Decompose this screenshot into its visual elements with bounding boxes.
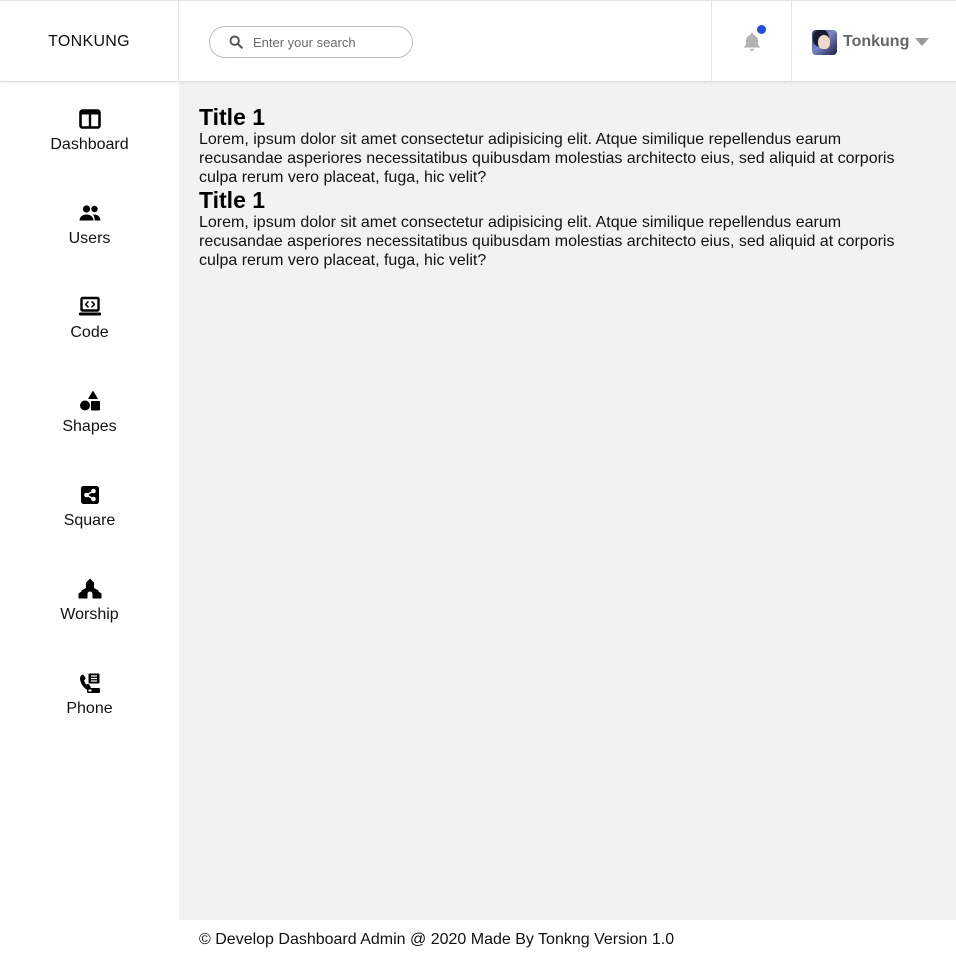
- share-square-icon: [80, 486, 99, 504]
- user-menu[interactable]: Tonkung: [812, 29, 930, 55]
- content-section: Title 1 Lorem, ipsum dolor sit amet cons…: [199, 104, 936, 187]
- laptop-code-icon: [78, 296, 101, 316]
- top-bar: TONKUNG Tonkung: [0, 0, 956, 82]
- avatar: [812, 29, 837, 55]
- footer: © Develop Dashboard Admin @ 2020 Made By…: [179, 920, 956, 959]
- sidebar: Dashboard Users Code Shapes Square Worsh…: [0, 82, 179, 959]
- sidebar-item-label: Dashboard: [50, 136, 129, 153]
- footer-text: © Develop Dashboard Admin @ 2020 Made By…: [199, 930, 675, 948]
- main-content: Title 1 Lorem, ipsum dolor sit amet cons…: [179, 82, 956, 920]
- content-section: Title 1 Lorem, ipsum dolor sit amet cons…: [199, 187, 936, 270]
- notification-dot: [756, 24, 766, 34]
- place-of-worship-icon: [78, 578, 101, 599]
- sidebar-item-label: Square: [63, 512, 116, 529]
- bell-icon: [741, 24, 766, 53]
- sidebar-item-label: Users: [68, 230, 111, 247]
- sidebar-item-users[interactable]: Users: [0, 201, 179, 248]
- section-title: Title 1: [199, 104, 266, 130]
- section-body: Lorem, ipsum dolor sit amet consectetur …: [199, 214, 895, 269]
- users-icon: [79, 205, 100, 221]
- sidebar-item-label: Phone: [66, 700, 113, 717]
- sidebar-item-worship[interactable]: Worship: [0, 577, 179, 624]
- columns-icon: [78, 109, 101, 129]
- search-input[interactable]: [251, 33, 401, 51]
- sidebar-item-dashboard[interactable]: Dashboard: [0, 107, 179, 154]
- sidebar-item-label: Code: [70, 324, 109, 341]
- notification-button[interactable]: [711, 1, 792, 82]
- phone-office-icon: [79, 673, 100, 693]
- sidebar-item-square[interactable]: Square: [0, 483, 179, 530]
- shapes-icon: [79, 390, 100, 411]
- caret-down-icon: [915, 38, 930, 46]
- search-icon: [229, 35, 243, 49]
- section-title: Title 1: [199, 187, 266, 213]
- brand-logo[interactable]: TONKUNG: [0, 1, 179, 82]
- sidebar-item-shapes[interactable]: Shapes: [0, 389, 179, 436]
- sidebar-item-label: Shapes: [62, 418, 117, 435]
- section-body: Lorem, ipsum dolor sit amet consectetur …: [199, 131, 895, 186]
- search-box[interactable]: [209, 26, 413, 58]
- sidebar-item-label: Worship: [60, 606, 119, 623]
- username: Tonkung: [843, 33, 910, 50]
- sidebar-item-phone[interactable]: Phone: [0, 671, 179, 718]
- sidebar-item-code[interactable]: Code: [0, 295, 179, 342]
